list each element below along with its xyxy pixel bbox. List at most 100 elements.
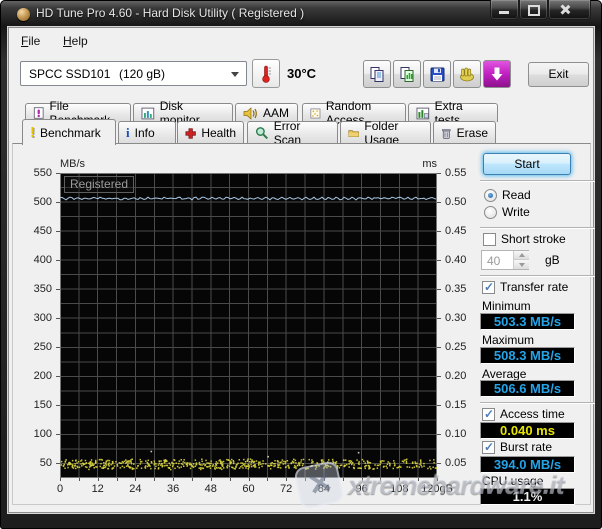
- drive-selector[interactable]: SPCC SSD101 (120 gB): [20, 61, 247, 86]
- y-left-axis-unit: MB/s: [60, 158, 86, 170]
- cpu-usage-value: 1.1%: [480, 488, 575, 505]
- y-left-tick: 50: [39, 457, 52, 470]
- donate-button[interactable]: [453, 60, 481, 88]
- temperature-button[interactable]: [252, 59, 280, 88]
- app-window: HD Tune Pro 4.60 - Hard Disk Utility ( R…: [0, 0, 602, 529]
- radio-selected-icon: [484, 188, 497, 202]
- random-access-icon: [310, 108, 321, 118]
- spinner-down-button[interactable]: [514, 260, 529, 269]
- chevron-down-icon[interactable]: [231, 72, 239, 77]
- stroke-size-unit: gB: [545, 253, 560, 267]
- maximum-label: Maximum: [482, 333, 535, 347]
- minimize-icon: [499, 11, 509, 14]
- tab-erase[interactable]: Erase: [433, 121, 496, 144]
- y-left-tick: 450: [33, 225, 52, 238]
- copy-icon: [370, 66, 383, 82]
- temperature-value: 30°C: [287, 66, 317, 81]
- benchmark-chart: Registered: [60, 173, 437, 478]
- average-value: 506.6 MB/s: [480, 380, 575, 397]
- y-right-tick: 0.20: [445, 370, 467, 383]
- burst-rate-checkbox[interactable]: Burst rate: [482, 440, 552, 454]
- read-label: Read: [502, 188, 531, 202]
- benchmark-plot-svg: [60, 173, 437, 478]
- drive-model: SPCC SSD101: [29, 67, 111, 81]
- tab-label: Benchmark: [40, 125, 101, 140]
- average-label: Average: [482, 367, 527, 381]
- registered-overlay: Registered: [64, 176, 135, 193]
- y-right-axis-unit: ms: [422, 158, 437, 170]
- separator: [480, 402, 595, 404]
- app-icon: [17, 8, 30, 21]
- tab-label: AAM: [263, 106, 290, 120]
- x-axis-tick: 120gB: [421, 483, 453, 495]
- disk-monitor-icon: [141, 107, 155, 119]
- y-left-tick: 150: [33, 399, 52, 412]
- client-area: File Help SPCC SSD101 (120 gB) 30°C Exit…: [9, 28, 595, 512]
- y-left-tick: 350: [33, 283, 52, 296]
- tab-benchmark[interactable]: ! Benchmark: [22, 119, 116, 145]
- trash-icon: [442, 128, 451, 139]
- tab-folder-usage[interactable]: Folder Usage: [340, 119, 431, 147]
- separator: [480, 275, 595, 277]
- window-title: HD Tune Pro 4.60 - Hard Disk Utility ( R…: [36, 6, 305, 20]
- info-icon: i: [126, 125, 130, 140]
- x-axis-tick: 84: [317, 483, 331, 495]
- y-right-axis: 0.55 0.50 0.45 0.40 0.35 0.30 0.25 0.20 0.15 0.10…: [437, 167, 477, 479]
- close-button[interactable]: [548, 0, 591, 20]
- thermometer-icon: [262, 65, 271, 83]
- save-icon: [430, 67, 444, 81]
- menu-help[interactable]: Help: [59, 33, 92, 49]
- x-axis-tick: 0: [56, 483, 64, 495]
- x-axis-tick: 36: [166, 483, 180, 495]
- burst-rate-value: 394.0 MB/s: [480, 456, 575, 473]
- file-benchmark-icon: [33, 107, 44, 119]
- update-button[interactable]: [483, 60, 511, 88]
- write-radio[interactable]: Write: [484, 205, 530, 219]
- extra-tests-icon: [416, 107, 430, 119]
- spinner-up-button[interactable]: [514, 251, 529, 260]
- menu-file[interactable]: File: [17, 33, 44, 49]
- tab-error-scan[interactable]: Error Scan: [247, 119, 338, 147]
- tab-label: Erase: [456, 126, 488, 140]
- tab-disk-monitor[interactable]: Disk monitor: [133, 99, 233, 127]
- y-left-tick: 400: [33, 254, 52, 267]
- x-axis-tick: 108: [390, 483, 409, 495]
- tab-label: Info: [134, 126, 155, 140]
- tab-info[interactable]: i Info: [118, 121, 176, 144]
- y-right-tick: 0.55: [445, 167, 467, 179]
- magnifier-icon: [255, 127, 268, 140]
- health-cross-icon: [185, 127, 196, 139]
- copy-button[interactable]: [363, 60, 391, 88]
- update-download-icon: [491, 67, 503, 81]
- y-left-tick: 550: [33, 167, 52, 179]
- checkbox-checked-icon: [482, 280, 495, 294]
- y-right-tick: 0.50: [445, 196, 467, 209]
- maximize-button[interactable]: [519, 0, 548, 20]
- minimum-label: Minimum: [482, 299, 531, 313]
- save-button[interactable]: [423, 60, 451, 88]
- speaker-icon: [243, 106, 257, 120]
- transfer-rate-checkbox[interactable]: Transfer rate: [482, 280, 568, 294]
- x-axis-tick: 48: [204, 483, 217, 495]
- read-radio[interactable]: Read: [484, 188, 531, 202]
- access-time-checkbox[interactable]: Access time: [482, 407, 565, 421]
- y-right-tick: 0.25: [445, 341, 467, 354]
- separator: [480, 227, 595, 229]
- y-right-tick: 0.05: [445, 457, 467, 470]
- cpu-usage-label: CPU usage: [482, 474, 544, 488]
- copy-screenshot-button[interactable]: [393, 60, 421, 88]
- copy-image-icon: [400, 66, 413, 82]
- checkbox-checked-icon: [482, 440, 495, 454]
- start-button[interactable]: Start: [483, 153, 571, 175]
- exit-button[interactable]: Exit: [528, 62, 589, 87]
- transfer-rate-label: Transfer rate: [500, 280, 569, 294]
- short-stroke-checkbox[interactable]: Short stroke: [483, 232, 566, 246]
- stroke-size-value: 40: [487, 254, 501, 268]
- minimize-button[interactable]: [490, 0, 519, 20]
- y-left-tick: 250: [33, 341, 52, 354]
- y-right-tick: 0.40: [445, 254, 467, 267]
- y-right-tick: 0.45: [445, 225, 467, 238]
- title-bar[interactable]: HD Tune Pro 4.60 - Hard Disk Utility ( R…: [0, 0, 602, 28]
- stroke-size-spinner[interactable]: 40: [481, 250, 529, 270]
- tab-health[interactable]: Health: [177, 121, 244, 144]
